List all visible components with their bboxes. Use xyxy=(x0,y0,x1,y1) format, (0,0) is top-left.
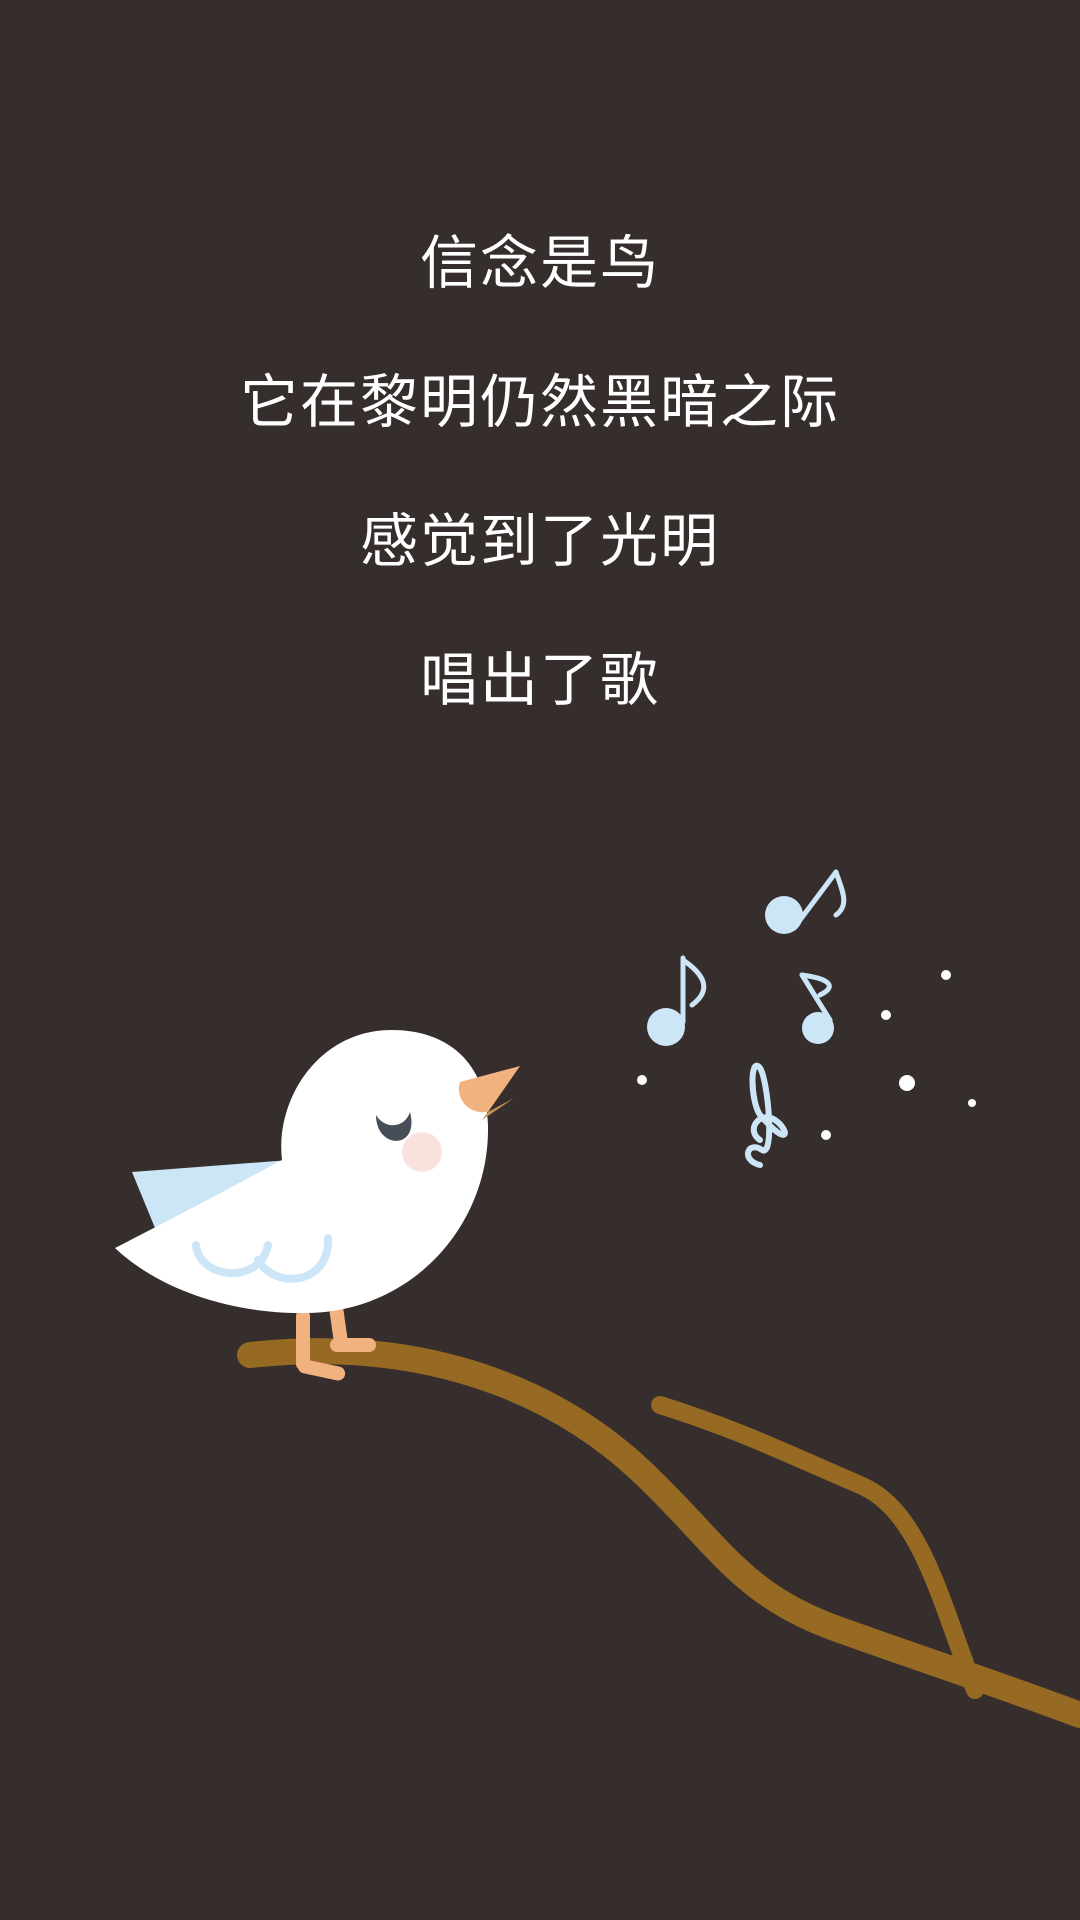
bird-icon xyxy=(115,1030,520,1381)
music-note-icon xyxy=(647,955,707,1046)
illustration xyxy=(115,869,1080,1728)
treble-clef-icon xyxy=(745,1062,788,1168)
branch-icon xyxy=(237,1338,1080,1728)
music-note-icon xyxy=(799,972,834,1044)
music-note-icon xyxy=(765,869,847,934)
sparkle-dots xyxy=(637,970,976,1140)
wallpaper-screen: 信念是鸟 它在黎明仍然黑暗之际 感觉到了光明 唱出了歌 xyxy=(0,0,1080,1920)
